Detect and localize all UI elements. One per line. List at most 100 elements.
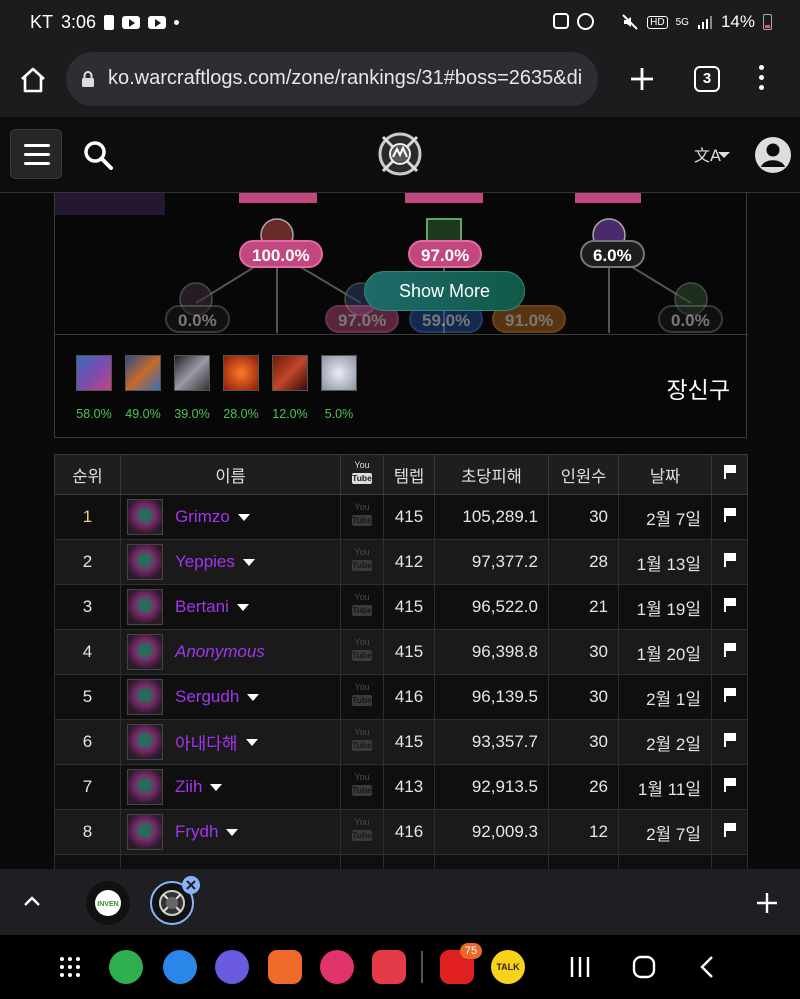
close-tab-icon[interactable] [181, 875, 201, 895]
flag-icon[interactable] [723, 733, 737, 747]
gallery-app-icon[interactable] [320, 950, 354, 984]
date-cell[interactable]: 2월 2일 [618, 719, 712, 765]
flag-icon[interactable] [723, 688, 737, 702]
player-name-link[interactable]: Sergudh [175, 687, 239, 706]
flag-cell [711, 719, 748, 765]
app-drawer-icon[interactable] [58, 955, 82, 979]
player-name-link[interactable]: Grimzo [175, 507, 230, 526]
trinket-icon[interactable] [125, 355, 161, 391]
chevron-down-icon[interactable] [237, 513, 250, 521]
rank-cell: 8 [54, 809, 121, 855]
table-row[interactable]: 2 Yeppies You Tube 412 97,377.2 28 1월 13일 [54, 539, 748, 585]
browser-toolbar: ko.warcraftlogs.com/zone/rankings/31#bos… [0, 45, 800, 117]
player-name-link[interactable]: Anonymous [175, 642, 265, 661]
chevron-down-icon[interactable] [245, 738, 258, 746]
rank-cell: 3 [54, 584, 121, 630]
messages-app-icon[interactable] [163, 950, 197, 984]
player-name-link[interactable]: Ziih [175, 777, 202, 796]
youtube-icon[interactable]: You Tube [352, 502, 372, 532]
date-cell[interactable]: 1월 19일 [618, 584, 712, 630]
language-selector-icon[interactable]: 文A [694, 143, 734, 167]
table-row[interactable]: 4 Anonymous You Tube 415 96,398.8 30 1월 20일 [54, 629, 748, 675]
user-avatar-icon[interactable] [754, 136, 792, 174]
recent-apps-icon[interactable] [566, 953, 594, 981]
hamburger-menu-button[interactable] [10, 129, 62, 179]
date-cell[interactable]: 2월 7일 [618, 809, 712, 855]
youtube-icon[interactable]: You Tube [352, 682, 372, 712]
chevron-down-icon[interactable] [247, 693, 260, 701]
table-row[interactable]: 6 아내다해 You Tube 415 93,357.7 30 2월 2일 [54, 719, 748, 765]
player-name-link[interactable]: Bertani [175, 597, 229, 616]
table-row[interactable]: 5 Sergudh You Tube 416 96,139.5 30 2월 1일 [54, 674, 748, 720]
chevron-down-icon[interactable] [210, 783, 223, 791]
chevron-down-icon[interactable] [242, 558, 255, 566]
chevron-down-icon[interactable] [226, 828, 239, 836]
flag-icon[interactable] [723, 778, 737, 792]
chevron-down-icon[interactable] [236, 603, 249, 611]
trinket-icon[interactable] [272, 355, 308, 391]
table-header-row: 순위 이름 You Tube 템렙 초당피해 인원수 날짜 [54, 454, 748, 495]
youtube-icon[interactable]: You Tube [352, 547, 372, 577]
new-tab-icon[interactable] [628, 65, 656, 93]
player-name-link[interactable]: 아내다해 [175, 735, 238, 754]
phone-app-icon[interactable] [109, 950, 143, 984]
chevron-up-icon[interactable] [22, 891, 42, 911]
table-row[interactable] [54, 854, 748, 869]
add-tab-icon[interactable] [755, 891, 779, 915]
flag-icon[interactable] [723, 553, 737, 567]
flag-icon[interactable] [723, 598, 737, 612]
youtube-icon[interactable]: You Tube [352, 592, 372, 622]
col-dps-header[interactable]: 초당피해 [434, 454, 549, 495]
date-cell[interactable]: 1월 11일 [618, 764, 712, 810]
youtube-icon[interactable]: You Tube [352, 772, 372, 802]
date-cell[interactable]: 1월 20일 [618, 629, 712, 675]
search-icon[interactable] [82, 139, 114, 171]
internet-app-icon[interactable] [215, 950, 249, 984]
col-rank-header[interactable]: 순위 [54, 454, 121, 495]
url-text[interactable]: ko.warcraftlogs.com/zone/rankings/31#bos… [108, 67, 582, 90]
bottom-tab-bar: INVEN [0, 869, 800, 935]
tab-switcher-button[interactable]: 3 [694, 66, 720, 92]
date-cell[interactable]: 1월 13일 [618, 539, 712, 585]
warcraftlogs-logo-icon[interactable] [377, 131, 423, 177]
trinket-icon[interactable] [76, 355, 112, 391]
more-options-icon[interactable] [757, 65, 765, 95]
player-name-link[interactable]: Yeppies [175, 552, 235, 571]
trinket-icon[interactable] [174, 355, 210, 391]
camera-app-icon[interactable] [372, 950, 406, 984]
back-icon[interactable] [694, 953, 722, 981]
table-row[interactable]: 1 Grimzo You Tube 415 105,289.1 30 2월 7일 [54, 494, 748, 540]
youtube-icon[interactable]: You Tube [352, 817, 372, 847]
trinket-icon[interactable] [223, 355, 259, 391]
col-date-header[interactable]: 날짜 [618, 454, 712, 495]
date-cell[interactable]: 2월 1일 [618, 674, 712, 720]
name-cell: Ziih [120, 764, 341, 810]
home-button-icon[interactable] [630, 953, 658, 981]
address-bar[interactable]: ko.warcraftlogs.com/zone/rankings/31#bos… [66, 52, 598, 106]
raid-size-cell: 12 [548, 809, 619, 855]
rank-cell: 1 [54, 494, 121, 540]
youtube-icon[interactable]: You Tube [352, 637, 372, 667]
date-cell[interactable]: 2월 7일 [618, 494, 712, 540]
show-more-button[interactable]: Show More [364, 271, 525, 311]
table-row[interactable]: 3 Bertani You Tube 415 96,522.0 21 1월 19일 [54, 584, 748, 630]
col-ilvl-header[interactable]: 템렙 [383, 454, 435, 495]
name-cell: Anonymous [120, 629, 341, 675]
player-name-link[interactable]: Frydh [175, 822, 218, 841]
home-icon[interactable] [18, 65, 48, 95]
page-content: 100.0% 97.0% 6.0% 0.0% 97.0% 59.0% 91.0%… [0, 193, 800, 869]
col-name-header[interactable]: 이름 [120, 454, 341, 495]
col-size-header[interactable]: 인원수 [548, 454, 619, 495]
youtube-icon[interactable]: You Tube [352, 727, 372, 757]
kakaotalk-app-icon[interactable]: TALK [491, 950, 525, 984]
lock-icon[interactable] [81, 70, 95, 88]
flag-icon[interactable] [723, 643, 737, 657]
table-row[interactable]: 7 Ziih You Tube 413 92,913.5 26 1월 11일 [54, 764, 748, 810]
table-row[interactable]: 8 Frydh You Tube 416 92,009.3 12 2월 7일 [54, 809, 748, 855]
trinket-icon[interactable] [321, 355, 357, 391]
panel-divider [55, 334, 748, 335]
flag-icon[interactable] [723, 823, 737, 837]
tab-inven[interactable]: INVEN [86, 881, 130, 925]
flag-icon[interactable] [723, 508, 737, 522]
notes-app-icon[interactable] [268, 950, 302, 984]
